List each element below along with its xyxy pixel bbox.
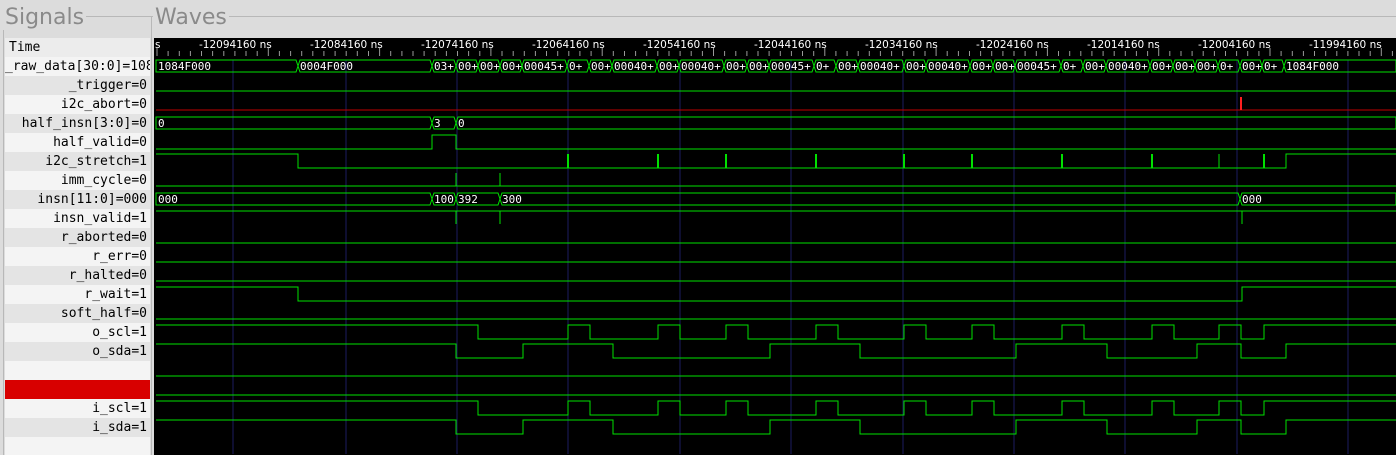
- raw-data-value: 00+: [838, 60, 858, 73]
- insn-value: 000: [1242, 193, 1262, 206]
- signals-frame-label: Signals: [3, 5, 87, 30]
- time-tick-label: -12044160 ns: [754, 39, 827, 51]
- signal-insn[interactable]: insn[11:0]=000: [5, 190, 150, 209]
- raw-data-value: 00+: [906, 60, 926, 73]
- raw-data-value: 0+: [569, 60, 583, 73]
- half-insn-value: 0: [458, 117, 465, 130]
- raw-data-value: 00+: [1085, 60, 1105, 73]
- insn-value: 000: [158, 193, 178, 206]
- time-header: Time: [5, 38, 150, 57]
- signal-r-halted[interactable]: r_halted=0: [5, 266, 150, 285]
- raw-data-value: 00+: [972, 60, 992, 73]
- signal-r-aborted[interactable]: r_aborted=0: [5, 228, 150, 247]
- raw-data-value: 00045+: [524, 60, 564, 73]
- time-tick-label: -12054160 ns: [643, 39, 716, 51]
- time-tick-label: -12034160 ns: [865, 39, 938, 51]
- raw-data-value: 00+: [1152, 60, 1172, 73]
- raw-data-value: 00+: [1242, 60, 1262, 73]
- time-tick-label: -12094160 ns: [199, 39, 272, 51]
- time-tick-label: -12074160 ns: [421, 39, 494, 51]
- raw-data-value: 0+: [1264, 60, 1278, 73]
- waveform-background: [154, 38, 1396, 455]
- half-insn-value: 0: [158, 117, 165, 130]
- raw-data-value: 00+: [502, 60, 522, 73]
- signal-r-err[interactable]: r_err=0: [5, 247, 150, 266]
- signal-half-insn[interactable]: half_insn[3:0]=0: [5, 114, 150, 133]
- raw-data-value: 0+: [1063, 60, 1077, 73]
- raw-data-value: 00040+: [614, 60, 654, 73]
- signal-half-valid[interactable]: half_valid=0: [5, 133, 150, 152]
- signal-i-scl[interactable]: i_scl=1: [5, 399, 150, 418]
- time-tick-label: -12024160 ns: [976, 39, 1049, 51]
- insn-value: 392: [458, 193, 478, 206]
- raw-data-value: 00+: [591, 60, 611, 73]
- raw-data-value: 00+: [1197, 60, 1217, 73]
- signal-trigger[interactable]: _trigger=0: [5, 76, 150, 95]
- waves-frame-label: Waves: [153, 5, 229, 30]
- signal-insn-valid[interactable]: insn_valid=1: [5, 209, 150, 228]
- raw-data-value: 1084F000: [1286, 60, 1339, 73]
- signal-o-scl[interactable]: o_scl=1: [5, 323, 150, 342]
- raw-data-value: 0+: [816, 60, 830, 73]
- time-tick-label: -12064160 ns: [532, 39, 605, 51]
- raw-data-value: 03+: [434, 60, 454, 73]
- signal-imm-cycle[interactable]: imm_cycle=0: [5, 171, 150, 190]
- raw-data-value: 00+: [749, 60, 769, 73]
- raw-data-value: 0+: [1220, 60, 1234, 73]
- signal-i2c-abort[interactable]: i2c_abort=0: [5, 95, 150, 114]
- signal-selected-blank[interactable]: [5, 380, 150, 399]
- raw-data-value: 00040+: [860, 60, 900, 73]
- raw-data-value: 00+: [659, 60, 679, 73]
- signal-i2c-stretch[interactable]: i2c_stretch=1: [5, 152, 150, 171]
- raw-data-value: 00+: [726, 60, 746, 73]
- half-insn-value: 3: [434, 117, 441, 130]
- insn-value: 300: [502, 193, 522, 206]
- time-tick-label: -12014160 ns: [1087, 39, 1160, 51]
- signal-raw-data[interactable]: _raw_data[30:0]=1084F000: [5, 57, 150, 76]
- signals-panel: Time _raw_data[30:0]=1084F000 _trigger=0…: [3, 16, 152, 455]
- waves-panel: s -12094160 ns -12084160 ns -12074160 ns -12…: [151, 16, 1396, 455]
- raw-data-value: 00+: [480, 60, 500, 73]
- time-tick-label: -12084160 ns: [310, 39, 383, 51]
- signal-i-sda[interactable]: i_sda=1: [5, 418, 150, 437]
- raw-data-value: 00040+: [928, 60, 968, 73]
- raw-data-value: 00+: [1175, 60, 1195, 73]
- raw-data-value: 00+: [995, 60, 1015, 73]
- waveform-canvas[interactable]: s -12094160 ns -12084160 ns -12074160 ns -12…: [154, 38, 1396, 455]
- insn-value: 100: [434, 193, 454, 206]
- raw-data-value: 00040+: [1108, 60, 1148, 73]
- raw-data-value: 00+: [458, 60, 478, 73]
- signal-r-wait[interactable]: r_wait=1: [5, 285, 150, 304]
- time-tick-label: s: [155, 39, 160, 51]
- raw-data-value: 1084F000: [158, 60, 211, 73]
- raw-data-value: 0004F000: [300, 60, 353, 73]
- signal-soft-half[interactable]: soft_half=0: [5, 304, 150, 323]
- signal-blank[interactable]: [5, 361, 150, 380]
- raw-data-value: 00045+: [1017, 60, 1057, 73]
- raw-data-value: 00045+: [771, 60, 811, 73]
- signal-o-sda[interactable]: o_sda=1: [5, 342, 150, 361]
- time-tick-label: -11994160 ns: [1309, 39, 1382, 51]
- raw-data-value: 00040+: [681, 60, 721, 73]
- time-tick-label: -12004160 ns: [1198, 39, 1271, 51]
- signal-list[interactable]: Time _raw_data[30:0]=1084F000 _trigger=0…: [5, 38, 150, 455]
